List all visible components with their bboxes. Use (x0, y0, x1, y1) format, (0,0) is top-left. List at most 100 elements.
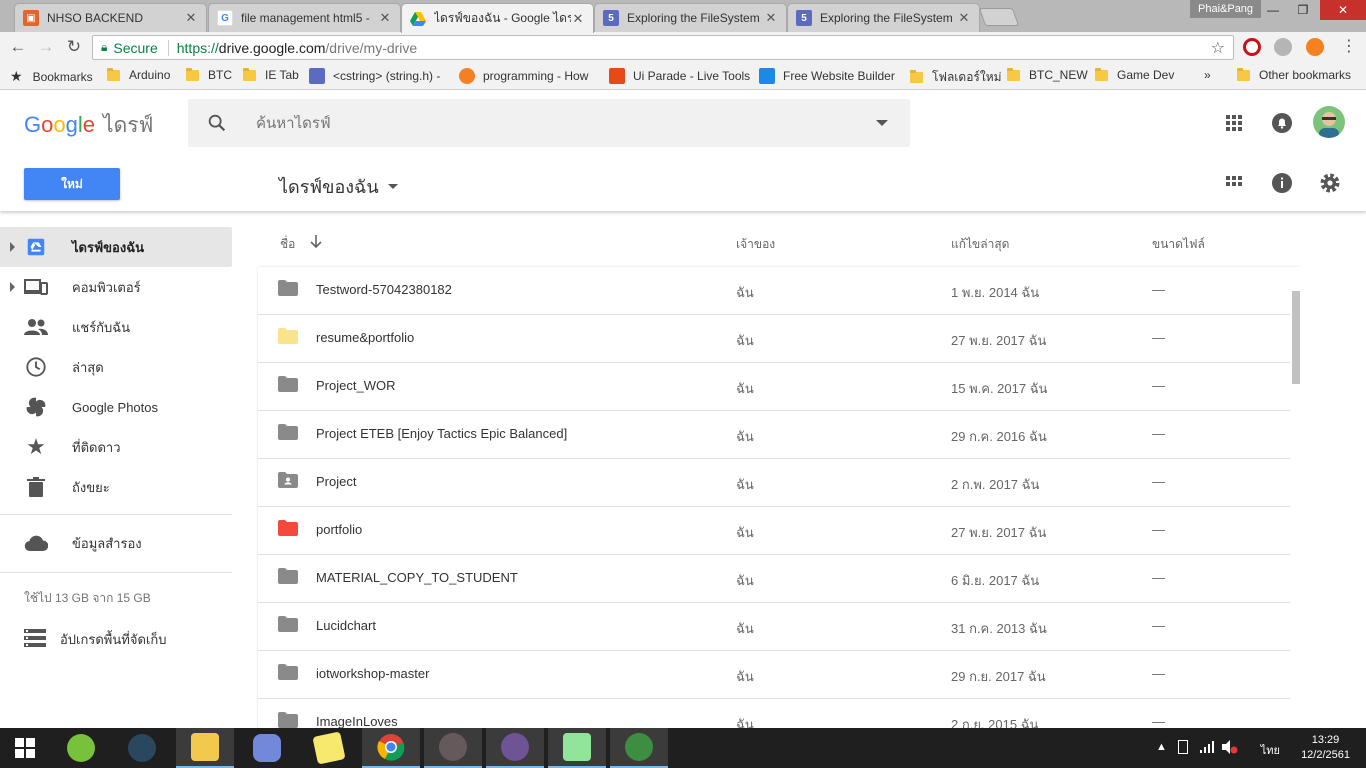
bookmark-folder[interactable]: Other bookmarks (1237, 67, 1351, 82)
windows-start-icon[interactable] (0, 728, 50, 768)
bookmark-item[interactable]: ★ Bookmarks (10, 68, 93, 85)
file-size: — (1152, 618, 1165, 633)
signal-bars-icon[interactable] (1200, 741, 1214, 756)
breadcrumb[interactable]: ไดรฟ์ของฉัน (279, 172, 398, 201)
file-owner: ฉัน (736, 381, 754, 396)
sidebar-item-trash[interactable]: ถังขยะ (0, 467, 232, 507)
notepad-plus-plus-icon[interactable] (548, 728, 606, 768)
browser-tab-active[interactable]: ไดรฟ์ของฉัน - Google ไดรฟ์ ✕ (401, 3, 594, 33)
file-row[interactable]: Project ETEB [Enjoy Tactics Epic Balance… (258, 411, 1300, 459)
bookmark-folder[interactable]: BTC (186, 67, 232, 82)
info-icon[interactable] (1270, 171, 1294, 195)
close-icon[interactable]: ✕ (378, 10, 392, 26)
settings-gear-icon[interactable] (1318, 171, 1342, 195)
frog-app-icon[interactable] (610, 728, 668, 768)
github-desktop-icon[interactable] (486, 728, 544, 768)
back-icon[interactable]: ← (7, 36, 29, 58)
sidebar-item-my-drive[interactable]: ไดรฟ์ของฉัน (0, 227, 232, 267)
logo-letter: e (82, 112, 96, 137)
minimize-icon[interactable]: — (1258, 0, 1288, 20)
google-drive-logo[interactable]: Google ไดรฟ์ (24, 109, 153, 142)
file-row[interactable]: iotworkshop-master ฉัน 29 ก.ย. 2017 ฉัน … (258, 651, 1300, 699)
browser-tab[interactable]: 5 Exploring the FileSystem ✕ (594, 3, 787, 32)
search-icon[interactable] (206, 112, 228, 134)
sidebar-item-backups[interactable]: ข้อมูลสำรอง (0, 523, 232, 563)
scrollbar-thumb[interactable] (1292, 291, 1300, 384)
restore-icon[interactable]: ❐ (1288, 0, 1318, 20)
battery-icon[interactable] (1178, 740, 1188, 754)
browser-tab[interactable]: G file management html5 - ✕ (208, 3, 401, 32)
file-row[interactable]: portfolio ฉัน 27 พ.ย. 2017 ฉัน — (258, 507, 1300, 555)
browser-tab[interactable]: 5 Exploring the FileSystem ✕ (787, 3, 980, 32)
system-clock[interactable]: 13:29 12/2/2561 (1301, 733, 1350, 763)
sidebar-item-computers[interactable]: คอมพิวเตอร์ (0, 267, 232, 307)
new-tab-button[interactable] (978, 8, 1020, 26)
sidebar-item-starred[interactable]: ★ ที่ติดดาว (0, 427, 232, 467)
bookmark-folder[interactable]: โฟลเดอร์ใหม่ (910, 68, 1002, 87)
grid-view-icon[interactable] (1222, 171, 1246, 195)
chrome-icon[interactable] (362, 728, 420, 768)
volume-muted-icon[interactable] (1222, 740, 1238, 757)
bookmark-folder[interactable]: BTC_NEW (1007, 67, 1088, 82)
bookmarks-overflow[interactable]: » (1204, 68, 1211, 82)
sticky-notes-icon[interactable] (300, 728, 358, 768)
bookmark-star-icon[interactable]: ☆ (1211, 38, 1225, 58)
discord-icon[interactable] (238, 728, 296, 768)
bookmark-folder[interactable]: Game Dev (1095, 67, 1174, 82)
url-path: /drive/my-drive (325, 39, 418, 56)
column-header-modified[interactable]: แก้ไขล่าสุด (951, 235, 1009, 254)
input-language-indicator[interactable]: ไทย (1261, 741, 1280, 759)
apps-grid-icon[interactable] (1222, 111, 1246, 135)
sidebar-item-recent[interactable]: ล่าสุด (0, 347, 232, 387)
close-icon[interactable]: ✕ (571, 11, 585, 27)
file-explorer-icon[interactable] (176, 728, 234, 768)
bookmark-folder[interactable]: IE Tab (243, 67, 299, 82)
my-drive-icon (24, 235, 48, 259)
new-button[interactable]: ใหม่ (24, 168, 120, 200)
sort-arrow-down-icon[interactable] (310, 235, 322, 249)
utorrent-icon[interactable] (52, 728, 110, 768)
bookmark-item[interactable]: Ui Parade - Live Tools (609, 68, 750, 84)
address-bar[interactable]: 🔒︎ Secure https:// drive.google.com /dri… (92, 35, 1234, 60)
expand-arrow-icon[interactable] (10, 242, 15, 252)
profile-badge[interactable]: Phai&Pang (1190, 0, 1262, 18)
show-hidden-icons-icon[interactable]: ▲ (1156, 741, 1167, 753)
sidebar-item-google-photos[interactable]: Google Photos (0, 387, 232, 427)
opera-extension-icon[interactable] (1243, 38, 1261, 56)
bookmark-folder[interactable]: Arduino (107, 67, 170, 82)
expand-arrow-icon[interactable] (10, 282, 15, 292)
upgrade-storage-link[interactable]: อัปเกรดพื้นที่จัดเก็บ (24, 629, 166, 650)
atom-icon[interactable] (424, 728, 482, 768)
extension-icon[interactable] (1274, 38, 1292, 56)
close-icon[interactable]: ✕ (764, 10, 778, 26)
search-bar[interactable] (188, 99, 910, 147)
sidebar-item-shared[interactable]: แชร์กับฉัน (0, 307, 232, 347)
reload-icon[interactable]: ↻ (63, 36, 85, 58)
file-row[interactable]: ImageInLoves ฉัน 2 ก.ย. 2015 ฉัน — (258, 699, 1300, 728)
browser-tab[interactable]: ▣ NHSO BACKEND ✕ (14, 3, 207, 32)
search-options-caret-icon[interactable] (876, 120, 888, 126)
bookmark-item[interactable]: Free Website Builder (759, 68, 895, 84)
avatar[interactable] (1313, 106, 1345, 138)
basketball-extension-icon[interactable] (1306, 38, 1324, 56)
search-input[interactable] (256, 114, 856, 132)
notifications-bell-icon[interactable] (1270, 111, 1294, 135)
column-header-owner[interactable]: เจ้าของ (736, 235, 775, 254)
window-close-icon[interactable]: ✕ (1320, 0, 1366, 20)
file-row[interactable]: Project ฉัน 2 ก.พ. 2017 ฉัน — (258, 459, 1300, 507)
column-header-name[interactable]: ชื่อ (280, 235, 295, 254)
forward-icon[interactable]: → (35, 36, 57, 58)
file-row[interactable]: MATERIAL_COPY_TO_STUDENT ฉัน 6 มิ.ย. 201… (258, 555, 1300, 603)
file-row[interactable]: Project_WOR ฉัน 15 พ.ค. 2017 ฉัน — (258, 363, 1300, 411)
file-row[interactable]: resume&portfolio ฉัน 27 พ.ย. 2017 ฉัน — (258, 315, 1300, 363)
menu-kebab-icon[interactable]: ⋮ (1338, 36, 1360, 58)
file-row[interactable]: Testword-57042380182 ฉัน 1 พ.ย. 2014 ฉัน… (258, 267, 1300, 315)
bookmark-item[interactable]: programming - How (459, 68, 588, 84)
column-header-size[interactable]: ขนาดไฟล์ (1152, 235, 1205, 254)
steam-icon[interactable] (113, 728, 171, 768)
bookmark-item[interactable]: <cstring> (string.h) - (309, 68, 440, 84)
file-row[interactable]: Lucidchart ฉัน 31 ก.ค. 2013 ฉัน — (258, 603, 1300, 651)
chevron-down-icon (387, 184, 398, 189)
close-icon[interactable]: ✕ (957, 10, 971, 26)
close-icon[interactable]: ✕ (184, 10, 198, 26)
